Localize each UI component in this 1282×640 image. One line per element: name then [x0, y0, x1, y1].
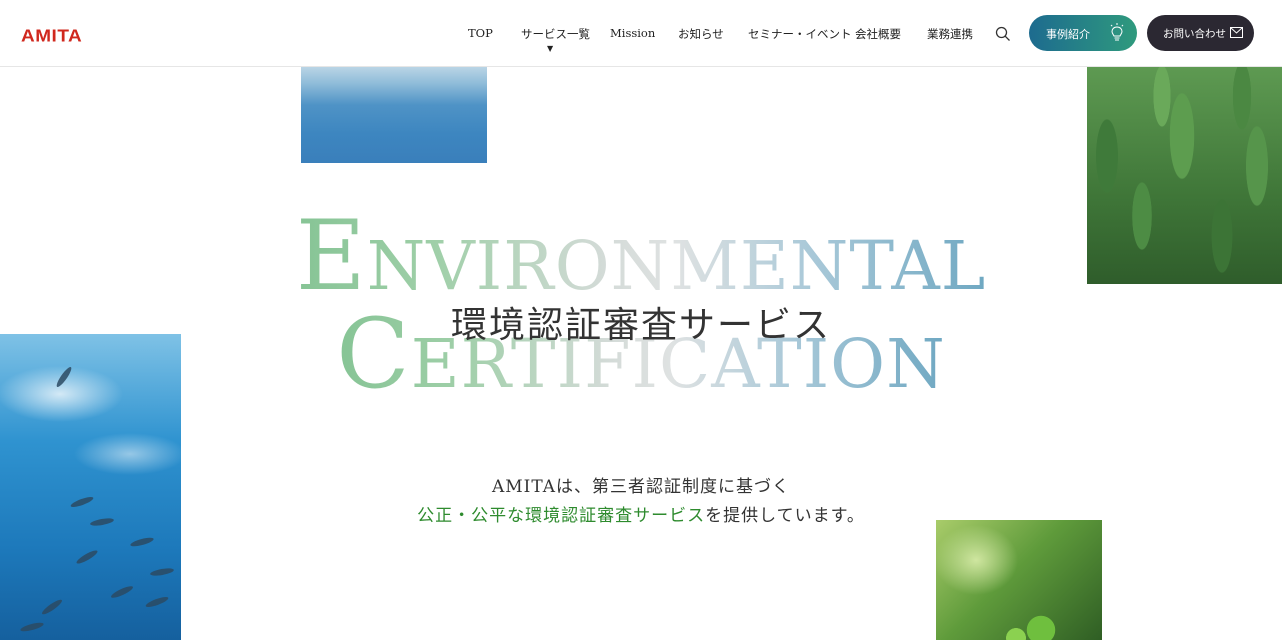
case-studies-label: 事例紹介	[1046, 28, 1090, 41]
mail-icon	[1230, 27, 1243, 38]
chevron-down-icon: ▼	[547, 44, 554, 53]
nav-item-seminar-event[interactable]: セミナー・イベント	[748, 26, 852, 42]
fish-shape	[40, 597, 64, 617]
nav-item-news[interactable]: お知らせ	[678, 26, 724, 42]
contact-label: お問い合わせ	[1163, 28, 1226, 40]
contact-button[interactable]: お問い合わせ	[1147, 15, 1254, 51]
nav-item-mission[interactable]: Mission	[610, 26, 655, 40]
search-icon[interactable]	[995, 26, 1011, 42]
nav-item-company[interactable]: 会社概要	[855, 26, 901, 42]
nav-item-services[interactable]: サービス一覧	[521, 26, 590, 42]
lead-text-line2: 公正・公平な環境認証審査サービスを提供しています。	[0, 501, 1282, 526]
amita-logo[interactable]: AMITA	[21, 27, 82, 47]
fish-shape	[144, 595, 170, 609]
hero-title-ja: 環境認証審査サービス	[450, 305, 831, 346]
lightbulb-icon	[1110, 23, 1124, 41]
lead-highlight: 公正・公平な環境認証審査サービス	[417, 506, 706, 526]
fish-shape	[19, 620, 45, 634]
nav-item-partnership[interactable]: 業務連携	[927, 26, 973, 42]
case-studies-button[interactable]: 事例紹介	[1029, 15, 1137, 51]
fish-shape	[129, 535, 155, 549]
fish-shape	[109, 584, 135, 600]
fish-shape	[149, 566, 175, 578]
leaf-sprout-photo	[936, 520, 1102, 640]
sea-horizon-photo	[301, 66, 487, 163]
lead-rest: を提供しています。	[705, 506, 865, 526]
lead-text-line1: AMITAは、第三者認証制度に基づく	[491, 477, 791, 497]
nav-item-top[interactable]: TOP	[468, 26, 493, 40]
site-header: AMITA TOP サービス一覧 ▼ Mission お知らせ セミナー・イベン…	[0, 0, 1282, 67]
fish-shape	[75, 548, 99, 566]
